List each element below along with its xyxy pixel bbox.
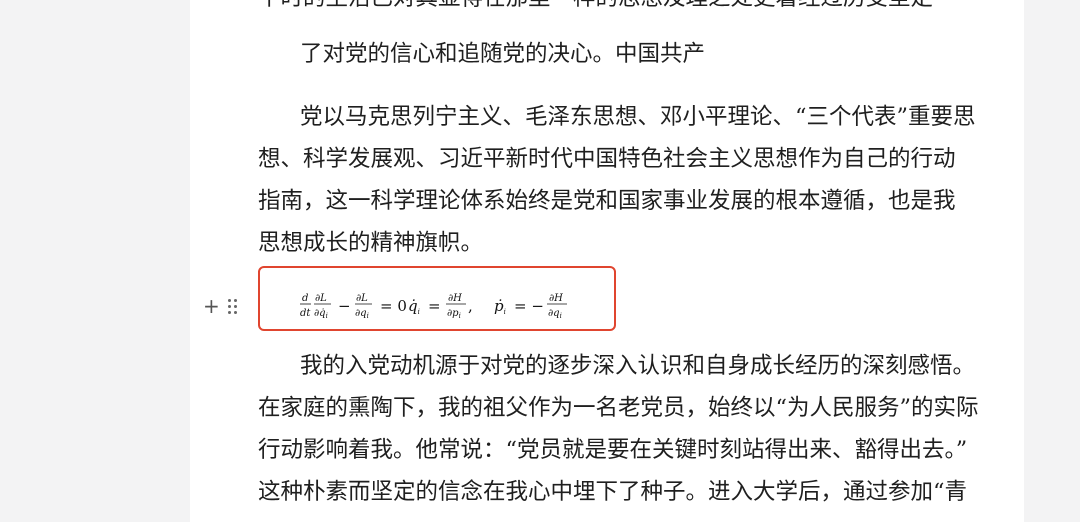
svg-text:∂pi: ∂pi [447,308,461,320]
text-line: 这种朴素而坚定的信念在我心中埋下了种子。进入大学后，通过参加“青 [258,479,968,505]
text-line: 了对党的信心和追随党的决心。中国共产 [300,41,706,67]
svg-text:∂L: ∂L [356,293,368,304]
svg-text:,: , [468,297,473,315]
block-controls: + [203,295,237,317]
svg-text:∂H: ∂H [448,293,462,304]
formula-render: d dt ∂L ∂q̇i − ∂L ∂qi = 0 q̇i = ∂H ∂pi ,… [300,293,567,320]
svg-text:−: − [338,297,351,315]
formula-glyph: dt [300,308,311,319]
drag-handle-icon[interactable] [227,298,237,314]
text-line: 行动影响着我。他常说：“党员就是要在关键时刻站得出来、豁得出去。” [258,437,968,463]
svg-text:∂H: ∂H [549,293,563,304]
text-line: 我的入党动机源于对党的逐步深入认识和自身成长经历的深刻感悟。 [300,353,976,379]
formula-glyph: d [302,293,308,304]
svg-text:∂q̇i: ∂q̇i [314,308,328,320]
document-page: 平时的生活已对其显得在那里一样的思想及理之处更着经过历受坚定 了对党的信心和追随… [190,0,1024,522]
text-line: 思想成长的精神旗帜。 [258,230,484,256]
text-line: 平时的生活已对其显得在那里一样的思想及理之处更着经过历受坚定 [258,0,978,19]
formula-block[interactable]: d dt ∂L ∂q̇i − ∂L ∂qi = 0 q̇i = ∂H ∂pi ,… [258,266,616,331]
paragraph-cut: 平时的生活已对其显得在那里一样的思想及理之处更着经过历受坚定 [258,0,978,19]
svg-text:= −: = − [514,297,544,315]
svg-text:=: = [428,297,441,315]
svg-text:= 0: = 0 [380,297,407,315]
svg-text:∂qi: ∂qi [548,308,562,320]
svg-text:∂qi: ∂qi [355,308,369,320]
text-line: 想、科学发展观、习近平新时代中国特色社会主义思想作为自己的行动 [258,146,956,172]
plus-icon[interactable]: + [203,296,220,316]
paragraph-3[interactable]: 我的入党动机源于对党的逐步深入认识和自身成长经历的深刻感悟。 在家庭的熏陶下，我… [258,345,979,513]
svg-text:q̇i: q̇i [408,297,420,316]
text-line: 党以马克思列宁主义、毛泽东思想、邓小平理论、“三个代表”重要思 [300,104,976,130]
paragraph-2[interactable]: 党以马克思列宁主义、毛泽东思想、邓小平理论、“三个代表”重要思 想、科学发展观、… [258,96,978,264]
paragraph-1[interactable]: 了对党的信心和追随党的决心。中国共产 [258,33,1020,75]
text-line: 指南，这一科学理论体系始终是党和国家事业发展的根本遵循，也是我 [258,188,956,214]
svg-text:ṗi: ṗi [494,297,506,316]
text-line: 在家庭的熏陶下，我的祖父作为一名老党员，始终以“为人民服务”的实际 [258,395,979,421]
svg-text:∂L: ∂L [315,293,327,304]
